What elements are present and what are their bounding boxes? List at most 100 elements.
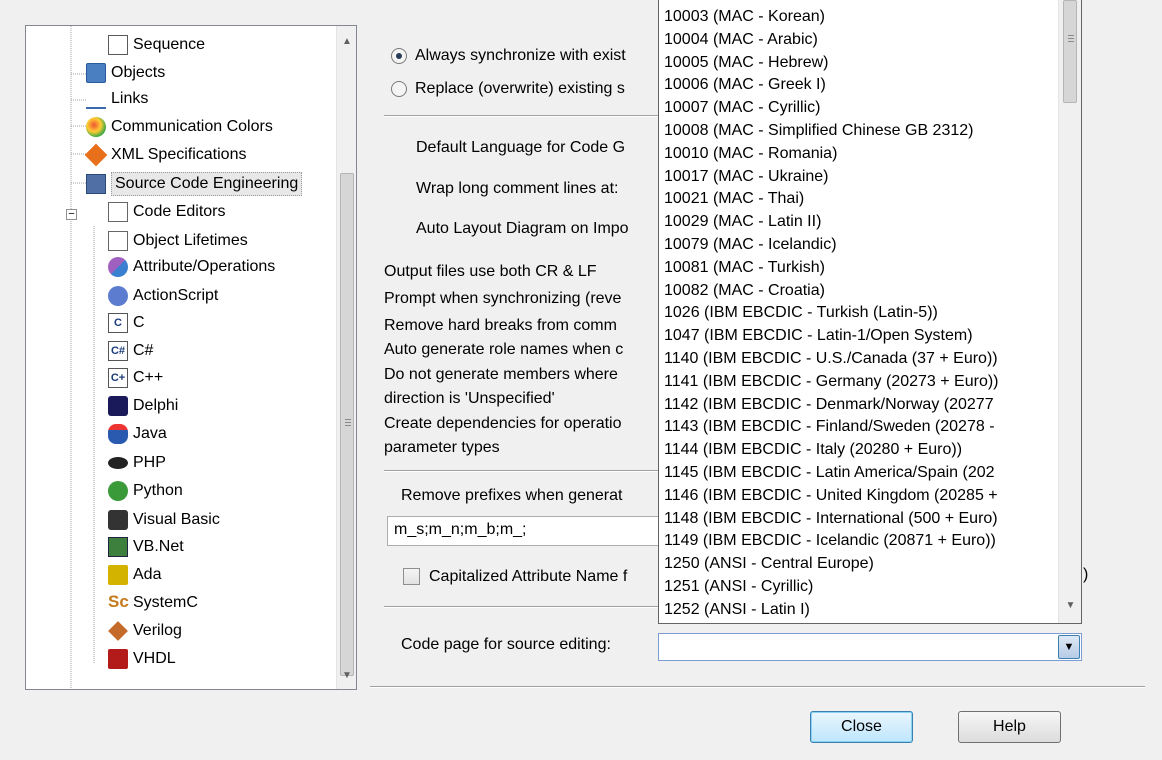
radio-always-label: Always synchronize with exist — [415, 47, 626, 64]
scroll-down-arrow-icon[interactable]: ▼ — [337, 666, 357, 686]
code-page-option[interactable]: 10007 (MAC - Cyrillic) — [664, 96, 820, 119]
auto-role-names-option: Auto generate role names when c — [384, 341, 624, 358]
scroll-thumb[interactable] — [340, 173, 354, 676]
radio-unchecked-icon[interactable] — [391, 81, 407, 97]
dropdown-scrollbar[interactable]: ▼ — [1058, 0, 1081, 623]
code-page-option[interactable]: 1252 (ANSI - Latin I) — [664, 598, 810, 621]
prefixes-input[interactable]: m_s;m_n;m_b;m_; — [387, 516, 667, 546]
tree-item-delphi[interactable]: Delphi — [108, 393, 178, 419]
ada-icon — [108, 565, 128, 585]
code-page-option[interactable]: 1143 (IBM EBCDIC - Finland/Sweden (20278… — [664, 415, 995, 438]
code-page-option[interactable]: 10008 (MAC - Simplified Chinese GB 2312) — [664, 119, 973, 142]
tree-item-code-editor[interactable]: Code Editors — [108, 199, 226, 225]
code-page-option[interactable]: 1144 (IBM EBCDIC - Italy (20280 + Euro)) — [664, 438, 962, 461]
scroll-up-arrow-icon[interactable]: ▲ — [337, 32, 357, 52]
separator — [384, 606, 662, 608]
code-page-option[interactable]: 10079 (MAC - Icelandic) — [664, 233, 837, 256]
collapse-expander-icon[interactable]: − — [66, 209, 77, 220]
code-page-option[interactable]: 1148 (IBM EBCDIC - International (500 + … — [664, 507, 998, 530]
palette-icon — [86, 117, 106, 137]
vhdl-icon — [108, 649, 128, 669]
code-page-dropdown-list[interactable]: 10003 (MAC - Korean) 10004 (MAC - Arabic)… — [658, 0, 1082, 624]
tree-item-source-code[interactable]: Source Code Engineering — [86, 171, 303, 197]
tree-item-visual-basic[interactable]: Visual Basic — [108, 507, 220, 533]
code-page-option[interactable]: 10005 (MAC - Hebrew) — [664, 51, 829, 74]
code-page-option[interactable]: 1140 (IBM EBCDIC - U.S./Canada (37 + Eur… — [664, 347, 998, 370]
dropdown-options: 10003 (MAC - Korean) 10004 (MAC - Arabic)… — [659, 0, 1057, 623]
tree-item-sequence[interactable]: Sequence — [108, 32, 205, 58]
code-page-option[interactable]: 1149 (IBM EBCDIC - Icelandic (20871 + Eu… — [664, 529, 996, 552]
help-button[interactable]: Help — [958, 711, 1061, 743]
no-members-option-line2: direction is 'Unspecified' — [384, 390, 555, 407]
tree-item-java[interactable]: Java — [108, 421, 167, 447]
no-members-option-line1: Do not generate members where — [384, 366, 618, 383]
code-page-option[interactable]: 1142 (IBM EBCDIC - Denmark/Norway (20277 — [664, 393, 994, 416]
code-page-option[interactable]: 1026 (IBM EBCDIC - Turkish (Latin-5)) — [664, 301, 938, 324]
code-page-option[interactable]: 10029 (MAC - Latin II) — [664, 210, 821, 233]
options-dialog: Sequence Objects Links Communication Colors… — [0, 0, 1162, 760]
chevron-down-icon[interactable]: ▼ — [1058, 635, 1080, 659]
tree-item-python[interactable]: Python — [108, 478, 183, 504]
tree-item-c-language[interactable]: CC — [108, 310, 145, 336]
code-page-label: Code page for source editing: — [401, 636, 611, 653]
separator — [384, 115, 664, 117]
tree-item-links[interactable]: Links — [86, 86, 148, 112]
code-page-option[interactable]: 1251 (ANSI - Cyrillic) — [664, 575, 813, 598]
tree-item-label: Java — [133, 425, 167, 442]
tree-item-php[interactable]: PHP — [108, 450, 166, 476]
code-page-option[interactable]: 1250 (ANSI - Central Europe) — [664, 552, 874, 575]
tree-item-vbnet[interactable]: VB.Net — [108, 534, 184, 560]
tree-item-ada[interactable]: Ada — [108, 562, 161, 588]
tree-item-label: SystemC — [133, 594, 198, 611]
code-page-option[interactable]: 10004 (MAC - Arabic) — [664, 28, 818, 51]
code-page-option[interactable]: 1047 (IBM EBCDIC - Latin-1/Open System) — [664, 324, 973, 347]
code-page-option[interactable]: 10003 (MAC - Korean) — [664, 5, 825, 28]
tree-item-attribute-operations[interactable]: Attribute/Operations — [108, 254, 275, 280]
dropdown-scroll-down-arrow-icon[interactable]: ▼ — [1059, 600, 1081, 611]
tree-item-actionscript[interactable]: ActionScript — [108, 283, 218, 309]
code-page-option[interactable]: 1145 (IBM EBCDIC - Latin America/Spain (… — [664, 461, 995, 484]
code-page-option[interactable]: 10006 (MAC - Greek I) — [664, 73, 826, 96]
tree-item-xml[interactable]: XML Specifications — [84, 142, 247, 168]
c-language-icon: C — [108, 313, 128, 333]
code-page-option[interactable]: 1146 (IBM EBCDIC - United Kingdom (20285… — [664, 484, 998, 507]
tree-item-cpp[interactable]: C+ C++ — [108, 365, 163, 391]
csharp-icon: C# — [108, 341, 128, 361]
tree-item-label: Verilog — [133, 622, 182, 639]
code-page-option[interactable]: 10017 (MAC - Ukraine) — [664, 165, 829, 188]
tree-item-objects[interactable]: Objects — [86, 60, 165, 86]
tree-item-label: VB.Net — [133, 538, 184, 555]
tree-item-verilog[interactable]: Verilog — [108, 618, 182, 644]
radio-replace-existing[interactable]: Replace (overwrite) existing s — [391, 80, 625, 98]
tree-item-palette[interactable]: Communication Colors — [86, 114, 273, 140]
code-page-combobox[interactable]: ▼ — [658, 633, 1082, 661]
code-page-option[interactable]: 10021 (MAC - Thai) — [664, 187, 804, 210]
source-code-icon — [86, 174, 106, 194]
capitalized-checkbox[interactable] — [403, 568, 420, 585]
tree-item-systemc[interactable]: Sc SystemC — [108, 590, 198, 616]
tree-scrollbar[interactable]: ▲ ▼ — [336, 26, 356, 689]
tree-item-label: Python — [133, 482, 183, 499]
capitalized-label: Capitalized Attribute Name f — [429, 568, 628, 585]
code-page-option[interactable]: 1141 (IBM EBCDIC - Germany (20273 + Euro… — [664, 370, 999, 393]
dropdown-scroll-thumb[interactable] — [1063, 0, 1077, 103]
remove-breaks-option: Remove hard breaks from comm — [384, 317, 617, 334]
tree-item-csharp[interactable]: C# C# — [108, 338, 153, 364]
code-page-option[interactable]: 10081 (MAC - Turkish) — [664, 256, 825, 279]
tree-item-vhdl[interactable]: VHDL — [108, 646, 176, 672]
options-tree[interactable]: Sequence Objects Links Communication Colors… — [25, 25, 357, 690]
radio-always-synchronize[interactable]: Always synchronize with exist — [391, 47, 626, 65]
separator — [384, 470, 664, 472]
tree-item-label: Ada — [133, 566, 162, 583]
trailing-paren-text: ) — [1083, 566, 1089, 583]
tree-item-label: ActionScript — [133, 287, 219, 304]
tree-item-label: XML Specifications — [111, 146, 247, 163]
radio-checked-icon[interactable] — [391, 48, 407, 64]
tree-item-object-lifetimes[interactable]: Object Lifetimes — [108, 228, 248, 254]
close-button[interactable]: Close — [810, 711, 913, 743]
code-page-option[interactable]: 10082 (MAC - Croatia) — [664, 279, 825, 302]
tree-item-label: Visual Basic — [133, 511, 220, 528]
tree-item-label: Source Code Engineering — [111, 172, 303, 196]
code-page-option[interactable]: 10010 (MAC - Romania) — [664, 142, 837, 165]
tree-item-label: Communication Colors — [111, 118, 273, 135]
